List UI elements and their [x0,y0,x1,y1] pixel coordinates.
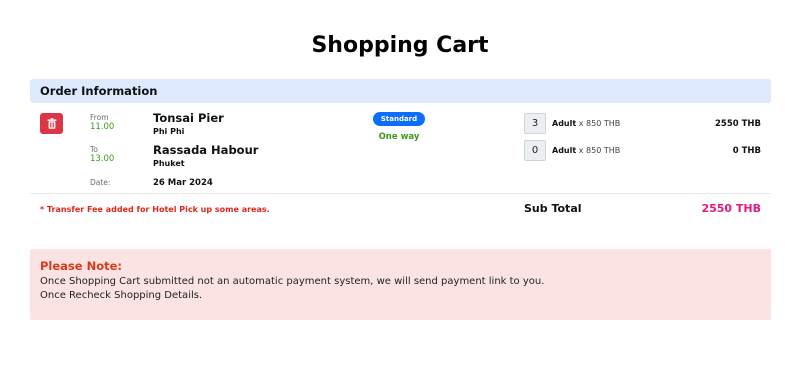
delete-item-button[interactable] [40,113,63,134]
trip-type: One way [378,132,420,142]
transfer-fee-note: * Transfer Fee added for Hotel Pick up s… [40,205,270,214]
please-note-box: Please Note: Once Shopping Cart submitte… [30,249,771,320]
travel-date: 26 Mar 2024 [153,178,213,188]
to-time: 13.00 [90,154,115,164]
to-sublocation: Phuket [153,159,185,168]
order-information-header: Order Information [30,79,771,103]
note-line-1: Once Shopping Cart submitted not an auto… [40,276,545,287]
ticket-type-line: Adult x 850 THB [552,146,620,155]
from-label: From [90,113,109,122]
subtotal-value: 2550 THB [701,202,761,215]
ticket-type-line: Adult x 850 THB [552,119,620,128]
divider [30,193,771,194]
from-time: 11.00 [90,122,115,132]
from-sublocation: Phi Phi [153,127,185,136]
ticket-price: x 850 THB [578,146,621,155]
ticket-type-label: Adult [552,119,577,128]
to-location: Rassada Habour [153,143,259,157]
trash-icon [47,118,56,129]
ticket-price: x 850 THB [578,119,621,128]
quantity-input[interactable]: 0 [524,140,546,161]
quantity-input[interactable]: 3 [524,113,546,134]
note-title: Please Note: [40,259,122,273]
line-total: 0 THB [732,146,761,156]
to-label: To [90,145,98,154]
line-total: 2550 THB [714,119,761,129]
ticket-type-label: Adult [552,146,577,155]
subtotal-label: Sub Total [524,202,582,215]
page-title: Shopping Cart [311,33,489,58]
from-location: Tonsai Pier [153,111,224,125]
date-label: Date: [90,178,111,187]
class-badge: Standard [373,112,425,126]
note-line-2: Once Recheck Shopping Details. [40,290,203,301]
order-information-title: Order Information [40,84,158,98]
